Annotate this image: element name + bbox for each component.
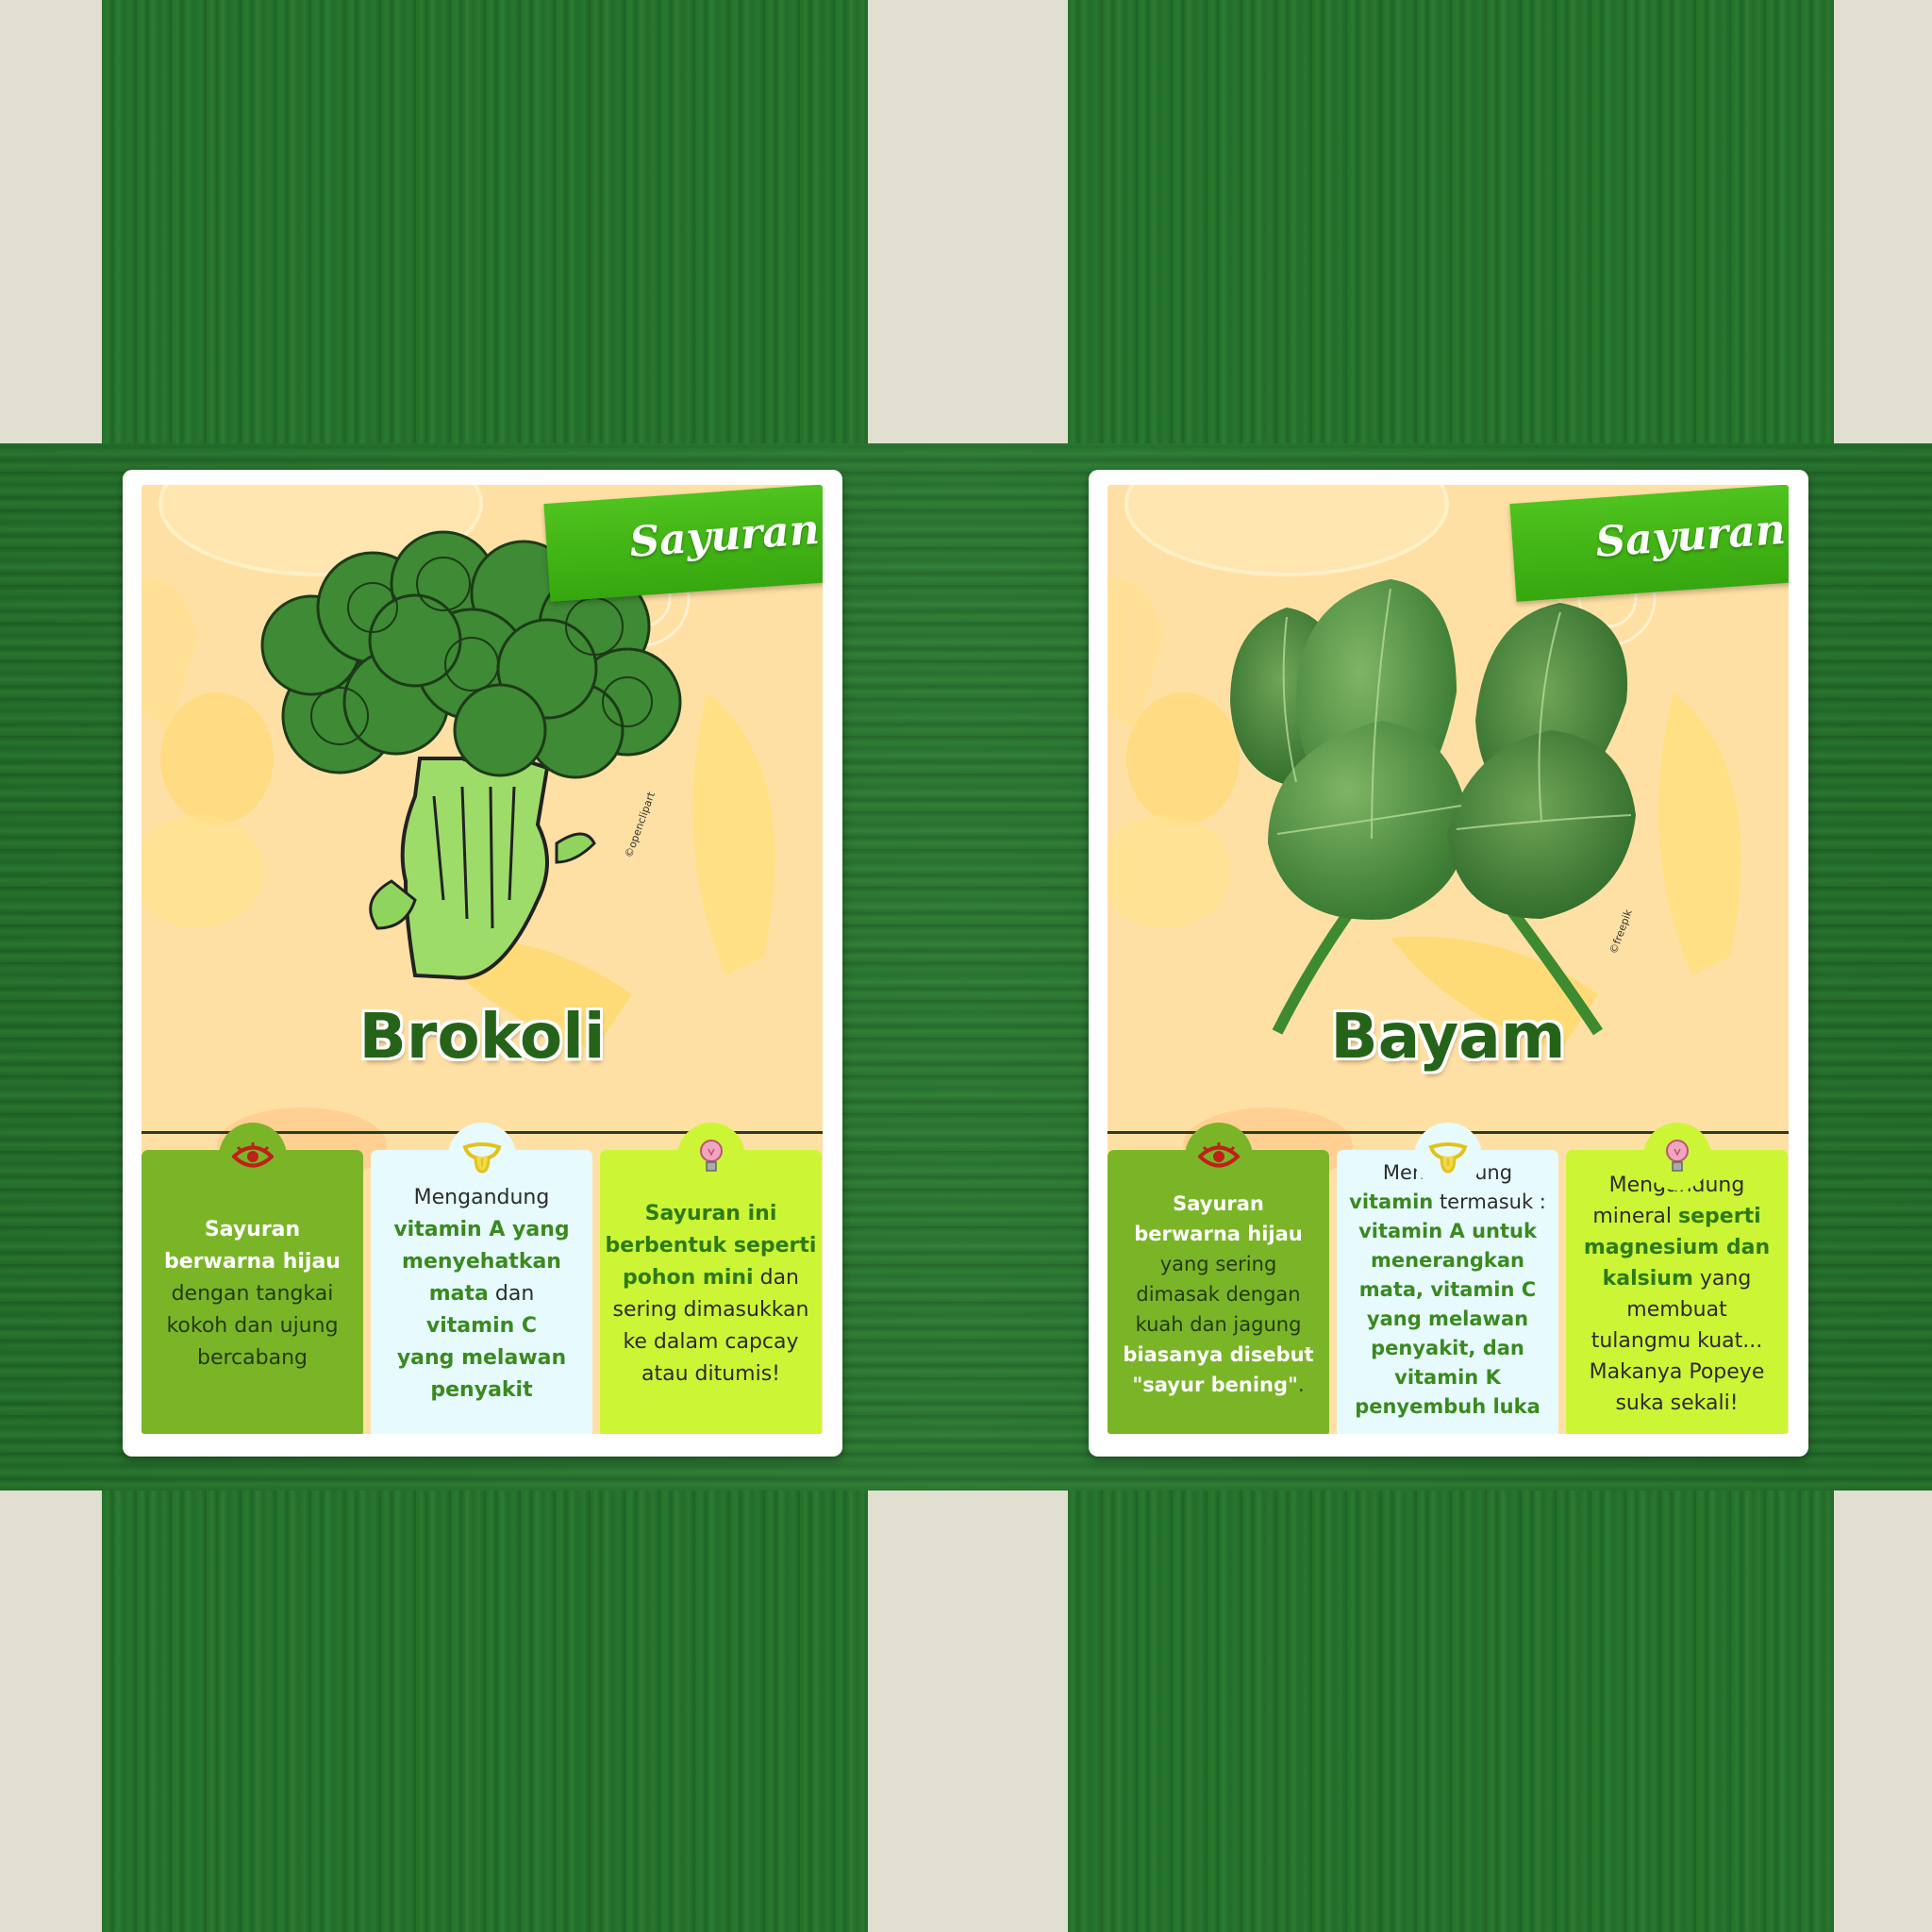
category-label: Sayuran	[1593, 505, 1788, 567]
tongue-icon	[1414, 1123, 1482, 1191]
info-box-fact: Sayuran ini berbentuk seperti pohon mini…	[600, 1150, 822, 1434]
category-label: Sayuran	[627, 505, 822, 567]
eye-icon	[219, 1123, 287, 1191]
card-face: ©openclipart Sayuran Brokoli Sayuran ber…	[142, 485, 823, 1434]
lightbulb-icon	[1643, 1123, 1711, 1191]
card-brokoli[interactable]: ©openclipart Sayuran Brokoli Sayuran ber…	[123, 470, 842, 1457]
info-box-fact: Mengandung mineral seperti magnesium dan…	[1566, 1150, 1788, 1434]
tongue-icon	[448, 1123, 516, 1191]
eye-icon	[1185, 1123, 1253, 1191]
category-banner: Sayuran	[543, 485, 823, 602]
lightbulb-icon	[677, 1123, 745, 1191]
info-box-taste: Mengandung vitamin A yang menyehatkan ma…	[371, 1150, 592, 1434]
card-face: ©freepik Sayuran Bayam Sayuran berwarna …	[1108, 485, 1789, 1434]
info-box-appearance: Sayuran berwarna hijau dengan tangkai ko…	[142, 1150, 363, 1434]
info-box-appearance: Sayuran berwarna hijau yang sering dimas…	[1108, 1150, 1329, 1434]
category-banner: Sayuran	[1509, 485, 1789, 602]
vegetable-name: Brokoli	[358, 1000, 606, 1073]
vegetable-name: Bayam	[1330, 1000, 1566, 1073]
info-box-taste: Mengandung vitamin termasuk : vitamin A …	[1337, 1150, 1558, 1434]
card-bayam[interactable]: ©freepik Sayuran Bayam Sayuran berwarna …	[1089, 470, 1808, 1457]
